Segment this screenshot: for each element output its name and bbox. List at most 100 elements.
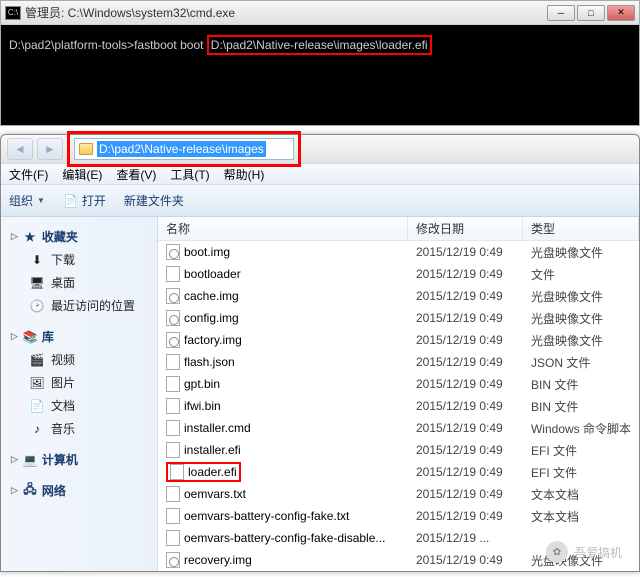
maximize-button[interactable]: □ bbox=[577, 5, 605, 21]
file-row[interactable]: config.img2015/12/19 0:49光盘映像文件 bbox=[158, 307, 639, 329]
cmd-titlebar[interactable]: C:\ 管理员: C:\Windows\system32\cmd.exe ─ □… bbox=[1, 1, 639, 25]
file-icon: 📄 bbox=[63, 194, 78, 208]
column-date[interactable]: 修改日期 bbox=[408, 217, 523, 240]
explorer-titlebar[interactable]: ◄ ► D:\pad2\Native-release\images bbox=[1, 135, 639, 163]
file-name: oemvars-battery-config-fake.txt bbox=[184, 509, 349, 523]
file-date: 2015/12/19 0:49 bbox=[408, 311, 523, 325]
file-date: 2015/12/19 0:49 bbox=[408, 443, 523, 457]
file-type: EFI 文件 bbox=[523, 464, 639, 481]
download-icon: ⬇ bbox=[29, 253, 45, 267]
nav-back-button[interactable]: ◄ bbox=[7, 138, 33, 160]
watermark: ✿ 吾爱搞机 bbox=[546, 541, 622, 563]
file-type-icon bbox=[166, 530, 180, 546]
column-type[interactable]: 类型 bbox=[523, 217, 639, 240]
file-date: 2015/12/19 0:49 bbox=[408, 399, 523, 413]
file-date: 2015/12/19 0:49 bbox=[408, 333, 523, 347]
network-icon: 🖧 bbox=[22, 484, 38, 498]
library-icon: 📚 bbox=[22, 330, 38, 344]
file-row[interactable]: oemvars.txt2015/12/19 0:49文本文档 bbox=[158, 483, 639, 505]
sidebar-desktop[interactable]: 🖥桌面 bbox=[1, 271, 157, 294]
file-row[interactable]: flash.json2015/12/19 0:49JSON 文件 bbox=[158, 351, 639, 373]
picture-icon: 🖼 bbox=[29, 376, 45, 390]
sidebar-pictures[interactable]: 🖼图片 bbox=[1, 371, 157, 394]
file-row[interactable]: bootloader2015/12/19 0:49文件 bbox=[158, 263, 639, 285]
video-icon: 🎬 bbox=[29, 353, 45, 367]
file-row[interactable]: ifwi.bin 2015/12/19 0:49BIN 文件 bbox=[158, 395, 639, 417]
file-type-icon bbox=[166, 486, 180, 502]
file-type-icon bbox=[166, 332, 180, 348]
file-name: oemvars-battery-config-fake-disable... bbox=[184, 531, 385, 545]
file-name: oemvars.txt bbox=[184, 487, 246, 501]
file-list-header: 名称 修改日期 类型 bbox=[158, 217, 639, 241]
menu-edit[interactable]: 编辑(E) bbox=[62, 166, 102, 183]
file-name: boot.img bbox=[184, 245, 230, 259]
file-row[interactable]: oemvars-battery-config-fake.txt 2015/12/1… bbox=[158, 505, 639, 527]
nav-forward-button[interactable]: ► bbox=[37, 138, 63, 160]
file-date: 2015/12/19 0:49 bbox=[408, 487, 523, 501]
cmd-icon: C:\ bbox=[5, 6, 21, 20]
file-type: 光盘映像文件 bbox=[523, 244, 639, 261]
file-name: recovery.img bbox=[184, 553, 252, 567]
sidebar-network[interactable]: ▷🖧网络 bbox=[1, 479, 157, 502]
file-row[interactable]: loader.efi2015/12/19 0:49EFI 文件 bbox=[158, 461, 639, 483]
menu-help[interactable]: 帮助(H) bbox=[224, 166, 265, 183]
open-button[interactable]: 📄打开 bbox=[63, 192, 106, 209]
cmd-highlighted-argument: D:\pad2\Native-release\images\loader.efi bbox=[207, 35, 432, 55]
file-name: gpt.bin bbox=[184, 377, 220, 391]
toolbar: 组织 ▼ 📄打开 新建文件夹 bbox=[1, 185, 639, 217]
menu-file[interactable]: 文件(F) bbox=[9, 166, 48, 183]
file-list: 名称 修改日期 类型 boot.img2015/12/19 0:49光盘映像文件… bbox=[158, 217, 639, 571]
menu-tools[interactable]: 工具(T) bbox=[170, 166, 209, 183]
sidebar-libraries[interactable]: ▷📚库 bbox=[1, 325, 157, 348]
menu-view[interactable]: 查看(V) bbox=[116, 166, 156, 183]
file-type-icon bbox=[166, 354, 180, 370]
desktop-icon: 🖥 bbox=[29, 276, 45, 290]
file-type-icon bbox=[166, 398, 180, 414]
sidebar-music[interactable]: ♪音乐 bbox=[1, 417, 157, 440]
organize-button[interactable]: 组织 ▼ bbox=[9, 192, 45, 209]
sidebar-favorites[interactable]: ▷★收藏夹 bbox=[1, 225, 157, 248]
file-type: 光盘映像文件 bbox=[523, 332, 639, 349]
sidebar-downloads[interactable]: ⬇下载 bbox=[1, 248, 157, 271]
file-type-icon bbox=[166, 552, 180, 568]
file-type-icon bbox=[166, 508, 180, 524]
watermark-icon: ✿ bbox=[546, 541, 568, 563]
file-name: loader.efi bbox=[188, 465, 237, 479]
new-folder-button[interactable]: 新建文件夹 bbox=[124, 192, 184, 209]
file-type-icon bbox=[166, 310, 180, 326]
cmd-body[interactable]: D:\pad2\platform-tools>fastboot boot D:\… bbox=[1, 25, 639, 125]
file-name: ifwi.bin bbox=[184, 399, 221, 413]
file-type: 文件 bbox=[523, 266, 639, 283]
file-row[interactable]: boot.img 2015/12/19 0:49光盘映像文件 bbox=[158, 241, 639, 263]
address-text: D:\pad2\Native-release\images bbox=[97, 141, 266, 157]
sidebar-documents[interactable]: 📄文档 bbox=[1, 394, 157, 417]
file-type-icon bbox=[166, 288, 180, 304]
file-row[interactable]: factory.img2015/12/19 0:49光盘映像文件 bbox=[158, 329, 639, 351]
file-type: BIN 文件 bbox=[523, 398, 639, 415]
sidebar-computer[interactable]: ▷💻计算机 bbox=[1, 448, 157, 471]
music-icon: ♪ bbox=[29, 422, 45, 436]
file-date: 2015/12/19 0:49 bbox=[408, 245, 523, 259]
folder-icon bbox=[79, 143, 93, 155]
column-name[interactable]: 名称 bbox=[158, 217, 408, 240]
file-type: JSON 文件 bbox=[523, 354, 639, 371]
file-row[interactable]: gpt.bin2015/12/19 0:49BIN 文件 bbox=[158, 373, 639, 395]
file-date: 2015/12/19 0:49 bbox=[408, 267, 523, 281]
file-name: installer.efi bbox=[184, 443, 241, 457]
file-type-icon bbox=[170, 464, 184, 480]
sidebar-recent[interactable]: 🕑最近访问的位置 bbox=[1, 294, 157, 317]
sidebar: ▷★收藏夹 ⬇下载 🖥桌面 🕑最近访问的位置 ▷📚库 🎬视频 🖼图片 📄文档 ♪… bbox=[1, 217, 158, 571]
address-highlight: D:\pad2\Native-release\images bbox=[67, 131, 301, 167]
recent-icon: 🕑 bbox=[29, 299, 45, 313]
file-row[interactable]: cache.img2015/12/19 0:49光盘映像文件 bbox=[158, 285, 639, 307]
address-bar[interactable]: D:\pad2\Native-release\images bbox=[74, 138, 294, 160]
cmd-prompt-text: D:\pad2\platform-tools>fastboot boot bbox=[9, 38, 207, 52]
sidebar-videos[interactable]: 🎬视频 bbox=[1, 348, 157, 371]
file-date: 2015/12/19 0:49 bbox=[408, 509, 523, 523]
file-type: 光盘映像文件 bbox=[523, 310, 639, 327]
file-name: installer.cmd bbox=[184, 421, 251, 435]
minimize-button[interactable]: ─ bbox=[547, 5, 575, 21]
file-row[interactable]: installer.efi2015/12/19 0:49EFI 文件 bbox=[158, 439, 639, 461]
close-button[interactable]: ✕ bbox=[607, 5, 635, 21]
file-row[interactable]: installer.cmd2015/12/19 0:49Windows 命令脚本 bbox=[158, 417, 639, 439]
